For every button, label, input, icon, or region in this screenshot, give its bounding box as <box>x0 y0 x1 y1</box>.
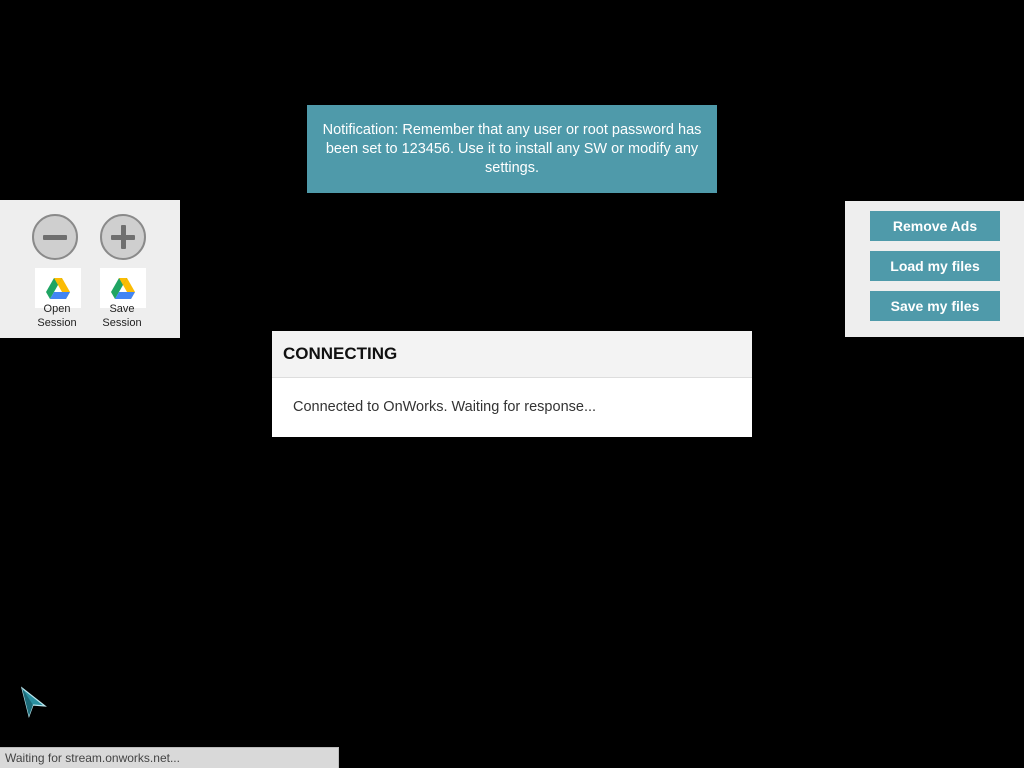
status-bar: Waiting for stream.onworks.net... <box>0 747 339 768</box>
connecting-dialog: CONNECTING Connected to OnWorks. Waiting… <box>272 331 752 437</box>
dialog-message: Connected to OnWorks. Waiting for respon… <box>293 399 597 415</box>
dialog-title: CONNECTING <box>272 331 752 378</box>
load-files-button[interactable]: Load my files <box>870 251 1000 281</box>
zoom-in-button[interactable] <box>100 214 146 260</box>
notification-text: Notification: Remember that any user or … <box>322 122 702 176</box>
mouse-cursor-icon <box>20 686 47 719</box>
open-session-label[interactable]: Open Session <box>27 302 87 330</box>
google-drive-icon <box>111 277 135 299</box>
status-text: Waiting for stream.onworks.net... <box>5 751 180 765</box>
remove-ads-button[interactable]: Remove Ads <box>870 211 1000 241</box>
save-session-label[interactable]: Save Session <box>92 302 152 330</box>
minus-icon <box>43 234 67 240</box>
notification-banner: Notification: Remember that any user or … <box>307 105 717 193</box>
zoom-out-button[interactable] <box>32 214 78 260</box>
save-files-button[interactable]: Save my files <box>870 291 1000 321</box>
google-drive-icon <box>46 277 70 299</box>
